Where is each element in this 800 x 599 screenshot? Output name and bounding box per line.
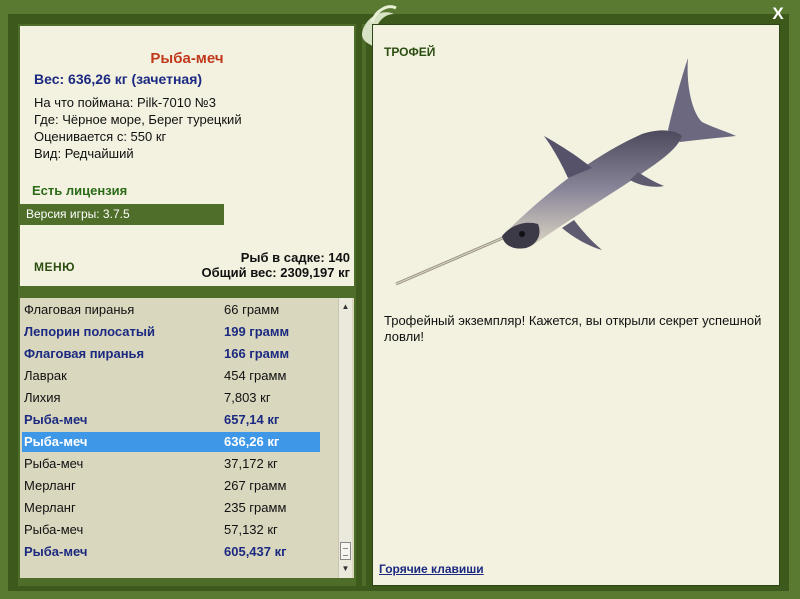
catch-list-row[interactable]: Рыба-меч 657,14 кг: [22, 410, 320, 430]
value-detail: Оценивается с: 550 кг: [34, 129, 167, 144]
catch-list-scrollbar[interactable]: ▲ ▼: [338, 298, 352, 578]
fish-weight: Вес: 636,26 кг (зачетная): [34, 71, 203, 87]
game-version-bar: Версия игры: 3.7.5: [18, 204, 224, 225]
catch-row-weight: 605,437 кг: [224, 544, 287, 559]
scroll-thumb[interactable]: [340, 542, 351, 560]
catch-row-name: Мерланг: [24, 478, 76, 493]
fish-name-title: Рыба-меч: [150, 50, 224, 67]
catch-row-name: Рыба-меч: [24, 522, 84, 537]
catch-list-row[interactable]: Рыба-меч 636,26 кг: [22, 432, 320, 452]
catch-list: Флаговая пиранья 66 грамм Лепорин полосаты…: [20, 298, 354, 578]
catch-row-name: Мерланг: [24, 500, 76, 515]
catch-list-row[interactable]: Лепорин полосатый 199 грамм: [22, 322, 320, 342]
catch-list-row[interactable]: Флаговая пиранья 166 грамм: [22, 344, 320, 364]
license-status: Есть лицензия: [32, 183, 128, 198]
catch-row-weight: 267 грамм: [224, 478, 287, 493]
close-button[interactable]: X: [768, 4, 788, 24]
scroll-down-arrow-icon[interactable]: ▼: [339, 562, 352, 576]
catch-list-row[interactable]: Лаврак 454 грамм: [22, 366, 320, 386]
catch-row-name: Лепорин полосатый: [24, 324, 155, 339]
catch-row-weight: 57,132 кг: [224, 522, 278, 537]
catch-row-weight: 235 грамм: [224, 500, 287, 515]
catch-row-weight: 166 грамм: [224, 346, 290, 361]
panel-divider: [362, 24, 366, 586]
hotkeys-link[interactable]: Горячие клавиши: [379, 562, 484, 576]
catch-row-name: Рыба-меч: [24, 456, 84, 471]
catch-row-weight: 37,172 кг: [224, 456, 278, 471]
catch-row-name: Лаврак: [24, 368, 67, 383]
catch-list-row[interactable]: Флаговая пиранья 66 грамм: [22, 300, 320, 320]
cage-fish-count: Рыб в садке: 140: [240, 250, 350, 265]
catch-row-name: Флаговая пиранья: [24, 346, 145, 361]
location-detail: Где: Чёрное море, Берег турецкий: [34, 112, 242, 127]
catch-list-row[interactable]: Лихия 7,803 кг: [22, 388, 320, 408]
catch-row-name: Флаговая пиранья: [24, 302, 135, 317]
catch-list-row[interactable]: Мерланг 267 грамм: [22, 476, 320, 496]
trophy-message: Трофейный экземпляр! Кажется, вы открыли…: [384, 313, 762, 344]
catch-row-weight: 7,803 кг: [224, 390, 271, 405]
catch-row-name: Рыба-меч: [24, 412, 88, 427]
catch-row-weight: 199 грамм: [224, 324, 290, 339]
scroll-up-arrow-icon[interactable]: ▲: [339, 300, 352, 314]
catch-info-panel: Рыба-меч Вес: 636,26 кг (зачетная) На чт…: [20, 26, 354, 286]
catch-row-weight: 636,26 кг: [224, 434, 280, 449]
bait-detail: На что поймана: Pilk-7010 №3: [34, 95, 216, 110]
catch-row-weight: 454 грамм: [224, 368, 287, 383]
menu-button[interactable]: МЕНЮ: [34, 260, 75, 274]
species-detail: Вид: Редчайший: [34, 146, 134, 161]
catch-row-weight: 66 грамм: [224, 302, 280, 317]
catch-list-row[interactable]: Мерланг 235 грамм: [22, 498, 320, 518]
swordfish-image: [395, 58, 736, 286]
catch-list-row[interactable]: Рыба-меч 57,132 кг: [22, 520, 320, 540]
catch-row-name: Лихия: [24, 390, 61, 405]
catch-list-row[interactable]: Рыба-меч 605,437 кг: [22, 542, 320, 562]
catch-list-row[interactable]: Рыба-меч 37,172 кг: [22, 454, 320, 474]
catch-row-name: Рыба-меч: [24, 544, 88, 559]
cage-total-weight: Общий вес: 2309,197 кг: [201, 265, 350, 280]
catch-row-name: Рыба-меч: [24, 434, 88, 449]
catch-row-weight: 657,14 кг: [224, 412, 280, 427]
